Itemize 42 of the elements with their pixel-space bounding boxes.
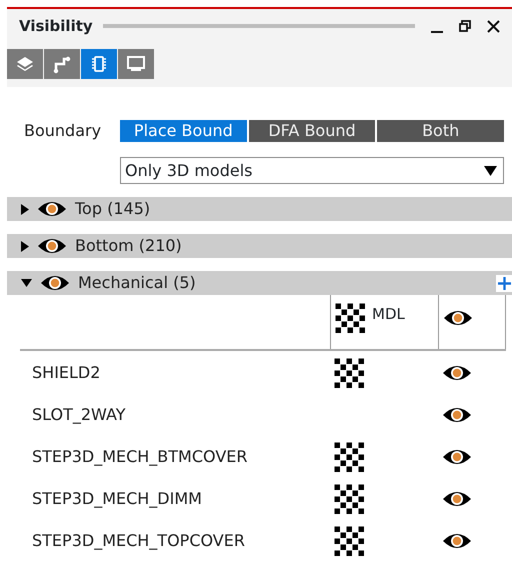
restore-icon xyxy=(459,20,471,32)
eye-icon[interactable] xyxy=(37,199,67,219)
row-name: SHIELD2 xyxy=(31,362,102,384)
segment-button[interactable]: Place Bound xyxy=(120,120,247,142)
row-name: STEP3D_MECH_DIMM xyxy=(31,488,203,510)
eye-icon[interactable] xyxy=(37,236,67,256)
window-title: Visibility xyxy=(19,16,93,37)
checker-icon xyxy=(335,303,366,334)
expand-arrow-icon[interactable] xyxy=(21,204,29,214)
boundary-label: Boundary xyxy=(24,120,102,142)
layers-icon xyxy=(15,54,35,74)
eye-icon[interactable] xyxy=(443,308,473,328)
eye-icon[interactable] xyxy=(442,447,472,467)
eye-icon[interactable] xyxy=(442,363,472,383)
row-name: SLOT_2WAY xyxy=(31,404,126,426)
eye-icon[interactable] xyxy=(40,273,70,293)
eye-icon[interactable] xyxy=(442,405,472,425)
column-header: MDL xyxy=(372,304,405,325)
monitor-icon xyxy=(126,54,146,74)
route-icon xyxy=(52,54,72,74)
eye-icon[interactable] xyxy=(442,531,472,551)
group-header[interactable]: Top (145) xyxy=(7,197,512,221)
collapse-arrow-icon[interactable] xyxy=(21,279,32,287)
tool-button[interactable] xyxy=(44,49,80,79)
row-name: STEP3D_MECH_TOPCOVER xyxy=(31,530,246,552)
tool-button[interactable] xyxy=(7,49,43,79)
segment-button[interactable]: Both xyxy=(377,120,504,142)
tool-button[interactable] xyxy=(118,49,154,79)
tool-button[interactable] xyxy=(81,49,117,79)
minimize-icon xyxy=(431,31,443,33)
plus-icon xyxy=(498,277,511,290)
filter-dropdown[interactable]: Only 3D models xyxy=(120,157,504,184)
chip-icon xyxy=(89,54,109,74)
row-name: STEP3D_MECH_BTMCOVER xyxy=(31,446,249,468)
close-icon xyxy=(487,20,500,32)
add-button[interactable] xyxy=(496,275,512,292)
group-header[interactable]: Mechanical (5) xyxy=(7,271,512,295)
segment-button[interactable]: DFA Bound xyxy=(248,120,376,142)
expand-arrow-icon[interactable] xyxy=(21,240,29,252)
caret-icon xyxy=(484,166,497,176)
group-header[interactable]: Bottom (210) xyxy=(7,234,512,258)
eye-icon[interactable] xyxy=(442,489,472,509)
